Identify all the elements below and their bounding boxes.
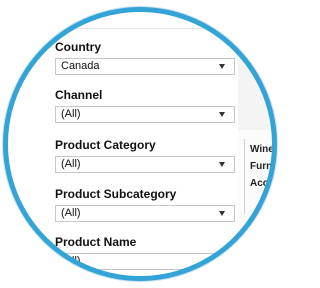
country-dropdown[interactable]: Canada bbox=[55, 58, 235, 75]
product-subcategory-dropdown[interactable]: (All) bbox=[55, 205, 235, 222]
chevron-down-icon bbox=[219, 64, 225, 69]
filter-label: Product Category bbox=[55, 138, 156, 152]
channel-dropdown[interactable]: (All) bbox=[55, 106, 235, 123]
chart-category-label: Wine bbox=[250, 144, 274, 155]
chevron-down-icon bbox=[219, 162, 225, 167]
chevron-down-icon bbox=[219, 259, 225, 264]
chevron-down-icon bbox=[219, 112, 225, 117]
filter-label: Channel bbox=[55, 88, 103, 102]
product-name-dropdown[interactable]: (All) bbox=[55, 253, 235, 270]
dropdown-value: (All) bbox=[61, 108, 81, 120]
chart-category-label: Furnitu bbox=[250, 161, 285, 172]
filter-label: Country bbox=[55, 40, 101, 54]
report-page: Wine Furnitu Acces Country Canada Channe… bbox=[0, 0, 287, 288]
dropdown-value: (All) bbox=[61, 207, 81, 219]
dropdown-value: (All) bbox=[61, 158, 81, 170]
product-category-dropdown[interactable]: (All) bbox=[55, 156, 235, 173]
chart-axis-line bbox=[244, 139, 245, 214]
filter-label: Product Name bbox=[55, 235, 137, 249]
filter-label: Product Subcategory bbox=[55, 187, 177, 201]
side-control-box[interactable] bbox=[246, 257, 268, 275]
dropdown-value: Canada bbox=[61, 60, 100, 72]
chevron-down-icon bbox=[219, 211, 225, 216]
dropdown-value: (All) bbox=[61, 255, 81, 267]
chart-category-label: Acces bbox=[250, 178, 280, 189]
